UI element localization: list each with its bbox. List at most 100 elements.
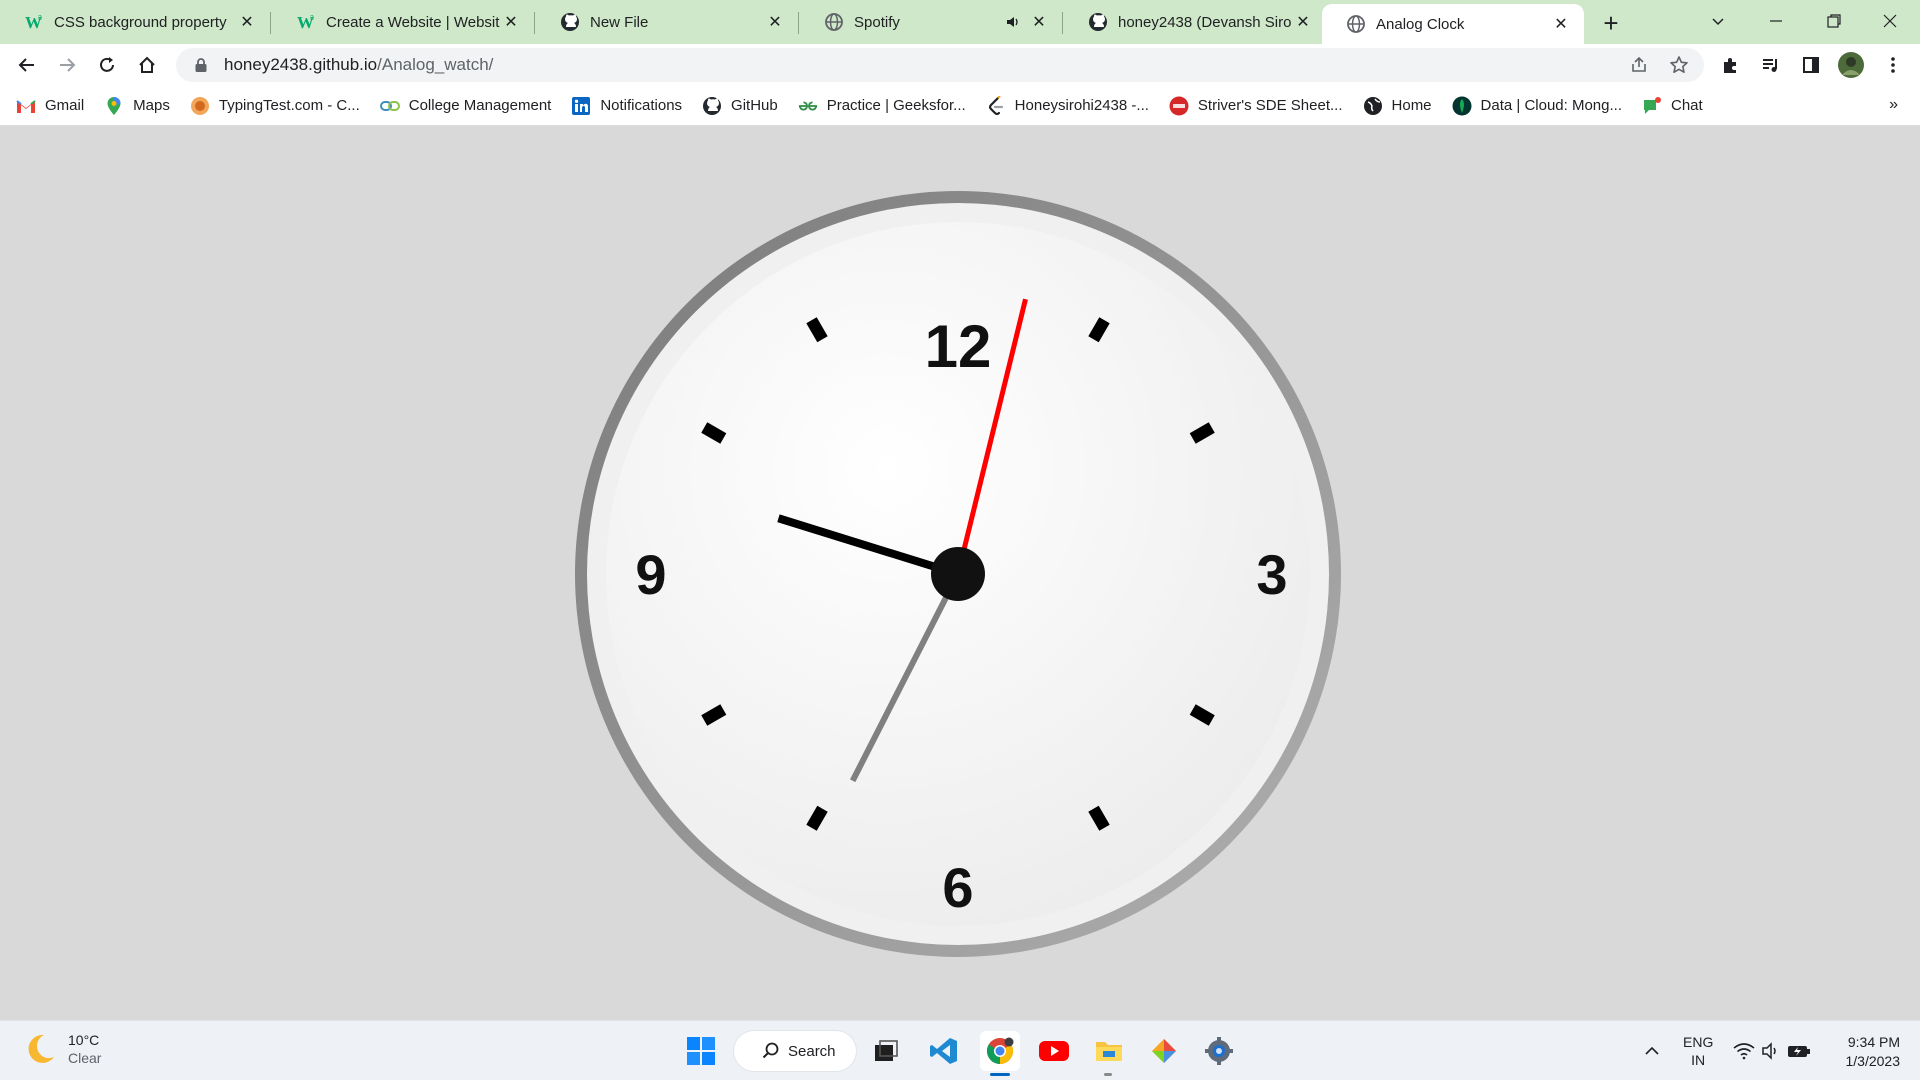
bookmarks-overflow-icon[interactable]: » [1889, 96, 1898, 114]
forward-arrow-icon[interactable] [52, 50, 82, 80]
tab-title: honey2438 (Devansh Sirohi [1118, 13, 1292, 31]
analog-clock: 12 3 6 9 [575, 191, 1341, 957]
taskbar-search[interactable]: Search [734, 1031, 856, 1071]
tab-analog-clock[interactable]: Analog Clock ✕ [1322, 4, 1584, 44]
restore-icon[interactable] [1812, 6, 1856, 36]
url-path: /Analog_watch/ [377, 55, 494, 74]
bookmark-maps[interactable]: Maps [104, 96, 170, 116]
mongodb-icon [1452, 96, 1472, 116]
bookmarks-bar: Gmail Maps TypingTest.com - C... College… [0, 86, 1920, 126]
svg-text:3: 3 [38, 15, 42, 22]
share-icon[interactable] [1624, 50, 1654, 80]
typingtest-icon [190, 96, 210, 116]
numeral-9: 9 [635, 543, 666, 606]
bookmark-label: Striver's SDE Sheet... [1197, 97, 1343, 114]
bookmark-github[interactable]: GitHub [702, 96, 778, 116]
bookmark-leetcode[interactable]: Honeysirohi2438 -... [986, 95, 1149, 116]
bookmark-gmail[interactable]: Gmail [16, 96, 84, 116]
extensions-puzzle-icon[interactable] [1716, 50, 1746, 80]
youtube-icon[interactable] [1034, 1031, 1074, 1071]
linkedin-icon [571, 96, 591, 116]
task-view-icon[interactable] [866, 1031, 906, 1071]
tab-new-file[interactable]: New File ✕ [536, 0, 799, 44]
tab-search-chevron-icon[interactable] [1696, 6, 1740, 36]
battery-charging-icon [1788, 1046, 1810, 1057]
windows-start-icon[interactable] [681, 1031, 721, 1071]
chrome-icon[interactable] [980, 1031, 1020, 1071]
close-icon[interactable]: ✕ [764, 11, 786, 33]
volume-icon [1762, 1042, 1776, 1060]
weather-widget[interactable]: 10°C Clear [22, 1031, 101, 1067]
tray-overflow-chevron-icon[interactable] [1632, 1031, 1672, 1071]
clock-center-cap [931, 547, 985, 601]
close-icon[interactable]: ✕ [1292, 11, 1314, 33]
side-panel-icon[interactable] [1796, 50, 1826, 80]
github-icon [702, 96, 722, 116]
bookmark-label: GitHub [731, 97, 778, 114]
close-icon[interactable]: ✕ [236, 11, 258, 33]
leetcode-icon [986, 95, 1006, 116]
avatar[interactable] [1836, 50, 1866, 80]
tab-spotify[interactable]: Spotify ✕ [800, 0, 1063, 44]
bookmark-label: Data | Cloud: Mong... [1480, 97, 1622, 114]
page-content: 12 3 6 9 [0, 127, 1920, 1020]
bookmark-notifications[interactable]: Notifications [571, 96, 682, 116]
w3schools-icon: W3 [24, 12, 44, 32]
globe-icon [1346, 14, 1366, 34]
close-icon[interactable]: ✕ [1028, 11, 1050, 33]
close-icon[interactable]: ✕ [1550, 13, 1572, 35]
tab-honey2438-github[interactable]: honey2438 (Devansh Sirohi ✕ [1064, 0, 1326, 44]
bookmark-striver-sde-sheet[interactable]: Striver's SDE Sheet... [1169, 96, 1343, 116]
media-control-icon[interactable] [1756, 50, 1786, 80]
window-close-icon[interactable] [1868, 6, 1912, 36]
system-time: 9:34 PM [1847, 1034, 1900, 1050]
home-icon[interactable] [132, 50, 162, 80]
system-clock[interactable]: 9:34 PM 1/3/2023 [1846, 1033, 1901, 1071]
tab-separator [270, 12, 271, 34]
app-icon[interactable] [1144, 1031, 1184, 1071]
bookmark-star-icon[interactable] [1664, 50, 1694, 80]
speaker-muted-icon[interactable] [1004, 13, 1022, 31]
input-language[interactable]: ENG IN [1683, 1033, 1713, 1069]
bookmark-geeksforgeeks[interactable]: Practice | Geeksfor... [798, 96, 966, 116]
back-arrow-icon[interactable] [12, 50, 42, 80]
close-icon[interactable]: ✕ [500, 11, 522, 33]
w3schools-icon: W3 [296, 12, 316, 32]
reload-icon[interactable] [92, 50, 122, 80]
bookmark-home[interactable]: Home [1363, 96, 1432, 116]
windows-taskbar: 10°C Clear Search ENG IN 9:34 PM 1/3/202… [0, 1020, 1920, 1080]
minimize-icon[interactable] [1754, 6, 1798, 36]
tab-create-website[interactable]: W3 Create a Website | Website ✕ [272, 0, 535, 44]
github-icon [560, 12, 580, 32]
bookmark-label: Home [1391, 97, 1432, 114]
quick-settings[interactable] [1724, 1031, 1820, 1071]
bookmark-mongodb[interactable]: Data | Cloud: Mong... [1452, 96, 1622, 116]
lock-icon[interactable] [192, 56, 210, 74]
tab-title: Spotify [854, 13, 900, 31]
link-icon [379, 96, 400, 116]
bookmark-label: Practice | Geeksfor... [826, 97, 966, 114]
tab-title: Analog Clock [1376, 15, 1465, 33]
bookmark-chat[interactable]: Chat [1642, 96, 1703, 116]
bookmark-college-management[interactable]: College Management [379, 96, 551, 116]
bookmark-label: Gmail [45, 97, 85, 114]
tab-separator [1062, 12, 1063, 34]
settings-icon[interactable] [1199, 1031, 1239, 1071]
file-explorer-icon[interactable] [1089, 1031, 1129, 1071]
bookmark-typingtest[interactable]: TypingTest.com - C... [190, 96, 360, 116]
address-bar[interactable]: honey2438.github.io/Analog_watch/ [176, 48, 1704, 82]
chrome-active-indicator [990, 1073, 1010, 1076]
svg-text:3: 3 [310, 15, 314, 22]
globe-icon [824, 12, 844, 32]
search-label: Search [788, 1042, 836, 1060]
bookmark-label: TypingTest.com - C... [218, 97, 360, 114]
more-menu-icon[interactable] [1878, 50, 1908, 80]
vscode-icon[interactable] [924, 1031, 964, 1071]
globe-icon [1363, 96, 1383, 116]
new-tab-button[interactable]: + [1596, 8, 1626, 38]
search-icon [762, 1042, 779, 1059]
system-date: 1/3/2023 [1845, 1053, 1901, 1069]
tab-css-background[interactable]: W3 CSS background property ✕ [0, 0, 271, 44]
tab-strip: W3 CSS background property ✕ W3 Create a… [0, 0, 1920, 44]
tab-title: New File [590, 13, 649, 31]
